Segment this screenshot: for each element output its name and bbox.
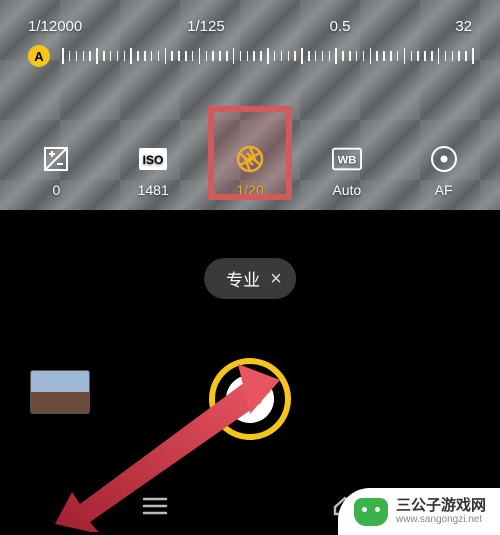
- shutter-scale-labels: 1/12000 1/125 0.5 32: [0, 0, 500, 35]
- param-value: 0: [52, 182, 60, 198]
- pro-params-bar: 0 ISO 1481 1/20 WB Auto AF: [0, 144, 500, 198]
- hamburger-icon: [142, 496, 168, 516]
- mode-pill[interactable]: 专业 ×: [204, 258, 296, 299]
- nav-menu-button[interactable]: [137, 491, 173, 521]
- close-icon[interactable]: ×: [270, 269, 282, 289]
- mode-label: 专业: [226, 266, 260, 291]
- iso-icon: ISO: [138, 144, 168, 174]
- gallery-thumbnail[interactable]: [30, 370, 90, 414]
- svg-text:ISO: ISO: [143, 153, 164, 167]
- camera-viewfinder: 1/12000 1/125 0.5 32 A 0 ISO 1481 1/20: [0, 0, 500, 210]
- watermark-title: 三公子游戏网: [396, 498, 486, 515]
- param-shutter[interactable]: 1/20: [213, 144, 287, 198]
- shutter-ruler[interactable]: [62, 45, 472, 67]
- watermark-url: www.sangongzi.net: [396, 514, 486, 525]
- param-value: 1481: [138, 182, 169, 198]
- param-iso[interactable]: ISO 1481: [116, 144, 190, 198]
- scale-label: 1/12000: [28, 18, 82, 35]
- param-value: 1/20: [236, 182, 263, 198]
- auto-badge[interactable]: A: [28, 45, 50, 67]
- param-value: AF: [435, 182, 453, 198]
- param-focus[interactable]: AF: [407, 144, 481, 198]
- shutter-button[interactable]: [209, 358, 291, 440]
- focus-icon: [429, 144, 459, 174]
- scale-label: 32: [455, 18, 472, 35]
- svg-text:WB: WB: [337, 155, 356, 167]
- scale-label: 1/125: [187, 18, 225, 35]
- exposure-comp-icon: [41, 144, 71, 174]
- white-balance-icon: WB: [332, 144, 362, 174]
- watermark: 三公子游戏网 www.sangongzi.net: [338, 488, 500, 535]
- camera-controls-area: 专业 ×: [0, 210, 500, 535]
- watermark-logo-icon: [354, 498, 388, 526]
- param-exposure-comp[interactable]: 0: [19, 144, 93, 198]
- shutter-ruler-row: A: [0, 35, 500, 67]
- param-white-balance[interactable]: WB Auto: [310, 144, 384, 198]
- param-value: Auto: [332, 182, 361, 198]
- aperture-icon: [235, 144, 265, 174]
- scale-label: 0.5: [330, 18, 351, 35]
